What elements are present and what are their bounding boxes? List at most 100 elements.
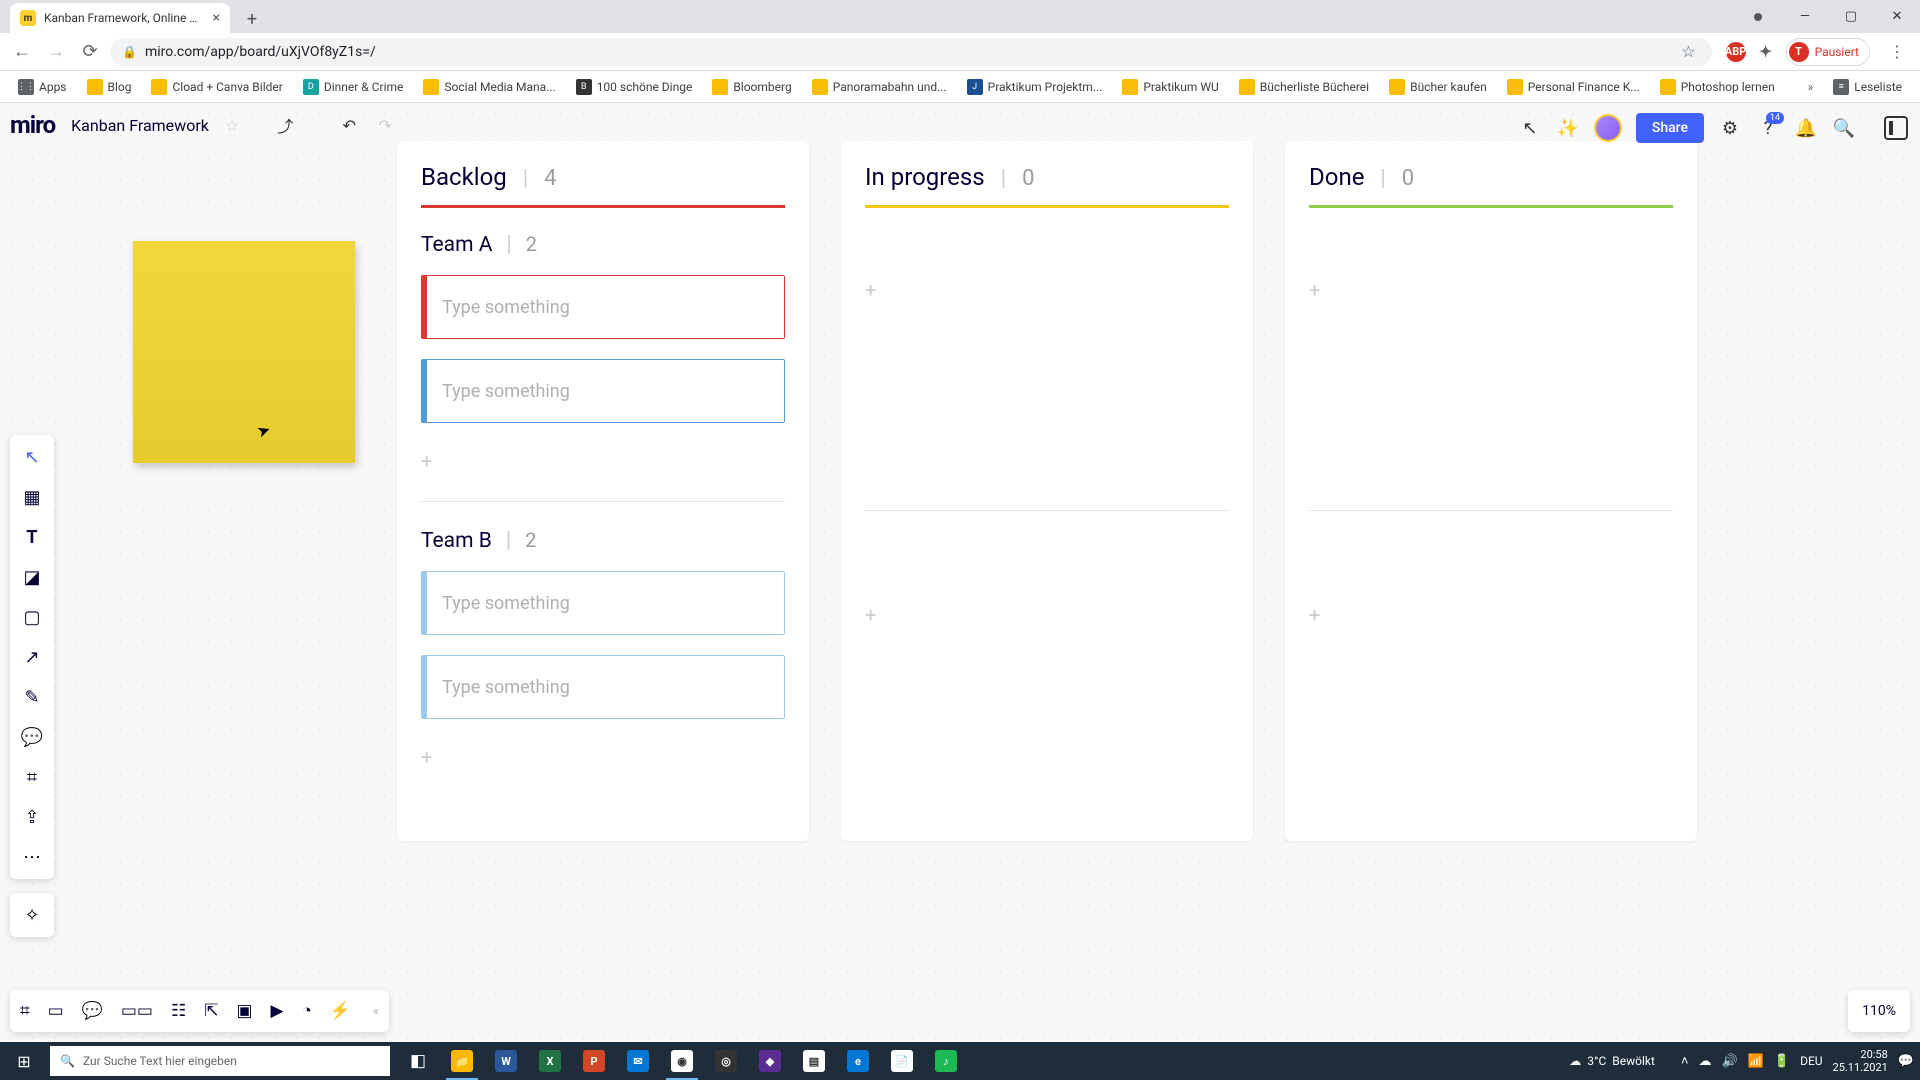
- miro-canvas[interactable]: miro Kanban Framework ☆ ⤴ ↶ ↷ ↖ ✨ Share …: [0, 103, 1920, 1042]
- frames-icon[interactable]: ⌗: [20, 1001, 30, 1021]
- cursor-tool-icon[interactable]: ↖: [1518, 118, 1542, 139]
- obs-icon[interactable]: ◎: [704, 1042, 748, 1080]
- cards-icon[interactable]: ▭▭: [121, 1001, 153, 1021]
- kanban-card[interactable]: Type something: [421, 571, 785, 635]
- update-indicator-icon[interactable]: [1754, 13, 1762, 21]
- close-tab-icon[interactable]: ×: [213, 10, 220, 26]
- bookmark-item[interactable]: B100 schöne Dinge: [568, 75, 701, 99]
- add-card-button[interactable]: +: [865, 597, 1229, 637]
- export-icon[interactable]: ⇱: [204, 1001, 218, 1021]
- taskbar-search[interactable]: 🔍 Zur Suche Text hier eingeben: [50, 1046, 390, 1076]
- column-title[interactable]: In progress: [865, 163, 985, 191]
- help-icon[interactable]: ?14: [1756, 118, 1780, 139]
- clock[interactable]: 20:58 25.11.2021: [1833, 1048, 1888, 1074]
- abp-extension-icon[interactable]: ABP: [1726, 42, 1746, 62]
- app-icon[interactable]: ▤: [792, 1042, 836, 1080]
- back-button[interactable]: ←: [8, 38, 36, 66]
- export-icon[interactable]: ⤴: [275, 113, 295, 137]
- reactions-icon[interactable]: ✨: [1556, 118, 1580, 139]
- app-icon[interactable]: ◆: [748, 1042, 792, 1080]
- edge-icon[interactable]: e: [836, 1042, 880, 1080]
- templates-tool-icon[interactable]: ▦: [18, 483, 46, 511]
- sticky-note[interactable]: [133, 241, 355, 463]
- add-card-button[interactable]: +: [421, 739, 785, 779]
- shape-tool-icon[interactable]: ▢: [18, 603, 46, 631]
- search-icon[interactable]: 🔍: [1832, 118, 1856, 139]
- frame-tool-icon[interactable]: ⌗: [18, 763, 46, 791]
- sticky-note-tool-icon[interactable]: ◪: [18, 563, 46, 591]
- column-done[interactable]: Done | 0 + +: [1285, 141, 1697, 841]
- bookmark-star-icon[interactable]: ☆: [1681, 42, 1695, 61]
- file-explorer-icon[interactable]: 📁: [440, 1042, 484, 1080]
- bookmark-item[interactable]: Bücher kaufen: [1381, 75, 1495, 99]
- kanban-card[interactable]: Type something: [421, 359, 785, 423]
- bookmark-item[interactable]: DDinner & Crime: [295, 75, 412, 99]
- word-icon[interactable]: W: [484, 1042, 528, 1080]
- star-board-icon[interactable]: ☆: [225, 116, 239, 135]
- notifications-icon[interactable]: 🔔: [1794, 118, 1818, 139]
- apps-button[interactable]: ✧: [10, 893, 54, 937]
- miro-logo[interactable]: miro: [10, 111, 55, 139]
- task-view-icon[interactable]: ◧: [396, 1042, 440, 1080]
- bookmark-item[interactable]: Cload + Canva Bilder: [143, 75, 290, 99]
- present-icon[interactable]: ▭: [48, 1001, 64, 1021]
- maximize-button[interactable]: ▢: [1828, 0, 1874, 33]
- reload-button[interactable]: ⟳: [76, 38, 104, 66]
- tray-overflow-icon[interactable]: ˄: [1681, 1053, 1689, 1069]
- bookmark-item[interactable]: Bloomberg: [704, 75, 799, 99]
- browser-tab[interactable]: m Kanban Framework, Online Whit ×: [10, 3, 230, 33]
- kanban-card[interactable]: Type something: [421, 655, 785, 719]
- pen-tool-icon[interactable]: ✎: [18, 683, 46, 711]
- more-tools-icon[interactable]: ⋯: [18, 843, 46, 871]
- start-button[interactable]: ⊞: [0, 1042, 48, 1080]
- side-panel-icon[interactable]: [1884, 116, 1908, 140]
- timer-icon[interactable]: ◔: [302, 1001, 312, 1021]
- extensions-icon[interactable]: ✦: [1756, 42, 1776, 62]
- volume-icon[interactable]: 🔊: [1722, 1054, 1738, 1069]
- undo-icon[interactable]: ↶: [339, 116, 359, 135]
- notepad-icon[interactable]: 📄: [880, 1042, 924, 1080]
- language-indicator[interactable]: DEU: [1800, 1054, 1822, 1068]
- screen-share-icon[interactable]: ▣: [236, 1001, 252, 1021]
- bookmark-item[interactable]: JPraktikum Projektm...: [959, 75, 1111, 99]
- mail-icon[interactable]: ✉: [616, 1042, 660, 1080]
- bookmark-item[interactable]: Praktikum WU: [1114, 75, 1226, 99]
- battery-icon[interactable]: 🔋: [1774, 1054, 1790, 1069]
- bookmark-item[interactable]: Personal Finance K...: [1499, 75, 1648, 99]
- team-title[interactable]: Team A: [421, 233, 492, 257]
- add-card-button[interactable]: +: [1309, 597, 1673, 637]
- address-bar[interactable]: 🔒 miro.com/app/board/uXjVOf8yZ1s=/ ☆: [110, 38, 1712, 66]
- browser-menu-icon[interactable]: ⋮: [1882, 42, 1912, 61]
- upload-tool-icon[interactable]: ⇪: [18, 803, 46, 831]
- minimize-button[interactable]: —: [1782, 0, 1828, 33]
- excel-icon[interactable]: X: [528, 1042, 572, 1080]
- profile-chip[interactable]: T Pausiert: [1786, 38, 1870, 66]
- column-backlog[interactable]: Backlog | 4 Team A | 2 Type something Ty…: [397, 141, 809, 841]
- powerpoint-icon[interactable]: P: [572, 1042, 616, 1080]
- column-in-progress[interactable]: In progress | 0 + +: [841, 141, 1253, 841]
- column-title[interactable]: Backlog: [421, 163, 507, 191]
- share-button[interactable]: Share: [1636, 113, 1704, 143]
- comment-tool-icon[interactable]: 💬: [18, 723, 46, 751]
- weather-widget[interactable]: ☁ 3°C Bewölkt: [1569, 1054, 1655, 1068]
- bookmark-item[interactable]: Social Media Mana...: [415, 75, 563, 99]
- board-name[interactable]: Kanban Framework: [71, 116, 209, 135]
- chrome-icon[interactable]: ◉: [660, 1042, 704, 1080]
- bookmark-item[interactable]: Photoshop lernen: [1652, 75, 1783, 99]
- spotify-icon[interactable]: ♪: [924, 1042, 968, 1080]
- text-tool-icon[interactable]: T: [18, 523, 46, 551]
- wifi-icon[interactable]: 📶: [1748, 1054, 1764, 1069]
- team-title[interactable]: Team B: [421, 529, 492, 553]
- line-tool-icon[interactable]: ↗: [18, 643, 46, 671]
- bookmark-item[interactable]: Bücherliste Bücherei: [1231, 75, 1377, 99]
- activity-icon[interactable]: ☷: [171, 1001, 186, 1021]
- bookmarks-overflow-icon[interactable]: »: [1800, 80, 1822, 94]
- column-title[interactable]: Done: [1309, 163, 1364, 191]
- add-card-button[interactable]: +: [421, 443, 785, 483]
- settings-icon[interactable]: ⚙: [1718, 118, 1742, 139]
- onedrive-icon[interactable]: ☁: [1699, 1054, 1712, 1069]
- comments-icon[interactable]: 💬: [82, 1001, 103, 1021]
- bookmark-apps[interactable]: ⋮⋮Apps: [10, 75, 75, 99]
- add-card-button[interactable]: +: [1309, 272, 1673, 312]
- video-icon[interactable]: ▶: [271, 1001, 284, 1021]
